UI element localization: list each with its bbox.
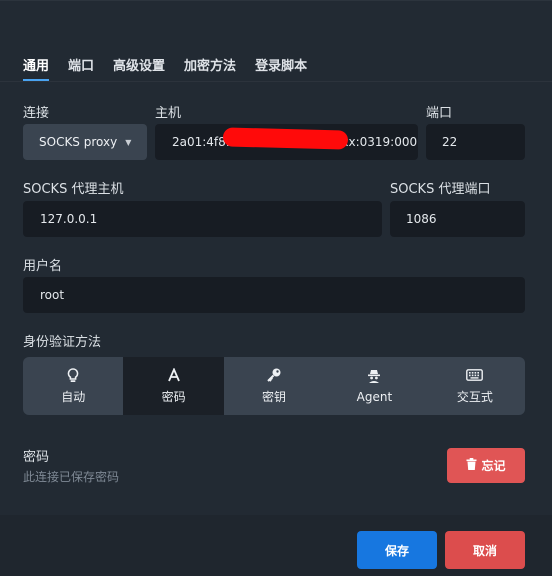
- auth-option-label: 交互式: [456, 390, 493, 404]
- username-input[interactable]: root: [23, 277, 525, 313]
- keyboard-icon: [466, 367, 484, 383]
- port-input[interactable]: 22: [426, 124, 525, 160]
- socks-port-label: SOCKS 代理端口: [390, 182, 491, 197]
- tab-ports[interactable]: 端口: [68, 55, 94, 81]
- auth-option-agent[interactable]: Agent: [324, 357, 424, 415]
- auth-option-password[interactable]: 密码: [123, 357, 224, 415]
- auth-option-auto[interactable]: 自动: [23, 357, 123, 415]
- redaction-mark: [222, 127, 349, 150]
- socks-port-value: 1086: [406, 212, 437, 226]
- trash-icon: [466, 458, 477, 473]
- chevron-down-icon: ▼: [125, 137, 132, 147]
- auth-option-label: 密码: [161, 390, 186, 404]
- connection-type-select[interactable]: SOCKS proxy ▼: [23, 124, 147, 160]
- auth-option-interactive[interactable]: 交互式: [425, 357, 525, 415]
- tab-general[interactable]: 通用: [23, 55, 50, 81]
- username-label: 用户名: [23, 259, 63, 274]
- port-label: 端口: [426, 106, 453, 121]
- socks-host-value: 127.0.0.1: [40, 212, 98, 226]
- tabs-divider: [0, 81, 552, 82]
- window-top-border: [0, 0, 552, 1]
- cancel-button[interactable]: 取消: [445, 531, 525, 569]
- auth-option-label: 自动: [61, 390, 86, 404]
- lightbulb-icon: [67, 367, 79, 383]
- password-label: 密码: [23, 450, 50, 465]
- key-icon: [266, 367, 282, 383]
- connection-type-value: SOCKS proxy: [39, 135, 118, 149]
- port-value: 22: [442, 135, 458, 149]
- forget-password-label: 忘记: [481, 459, 506, 473]
- auth-method-label: 身份验证方法: [23, 335, 102, 350]
- socks-host-input[interactable]: 127.0.0.1: [23, 201, 382, 237]
- tab-login-script[interactable]: 登录脚本: [255, 55, 307, 81]
- save-button[interactable]: 保存: [357, 531, 437, 569]
- text-a-icon: [167, 367, 181, 383]
- auth-option-label: 密钥: [262, 390, 287, 404]
- password-saved-hint: 此连接已保存密码: [23, 470, 120, 484]
- tab-advanced[interactable]: 高级设置: [113, 55, 165, 81]
- tab-ciphers[interactable]: 加密方法: [184, 55, 236, 81]
- connection-label: 连接: [23, 106, 50, 121]
- username-value: root: [40, 288, 65, 302]
- socks-port-input[interactable]: 1086: [390, 201, 525, 237]
- settings-tabs: 通用 端口 高级设置 加密方法 登录脚本: [23, 55, 307, 81]
- host-label: 主机: [155, 106, 182, 121]
- agent-icon: [367, 369, 381, 385]
- socks-host-label: SOCKS 代理主机: [23, 182, 124, 197]
- auth-method-selector: 自动 密码 密钥 Agent 交互式: [23, 357, 525, 415]
- forget-password-button[interactable]: 忘记: [447, 448, 525, 483]
- auth-option-label: Agent: [356, 389, 393, 404]
- auth-option-key[interactable]: 密钥: [224, 357, 324, 415]
